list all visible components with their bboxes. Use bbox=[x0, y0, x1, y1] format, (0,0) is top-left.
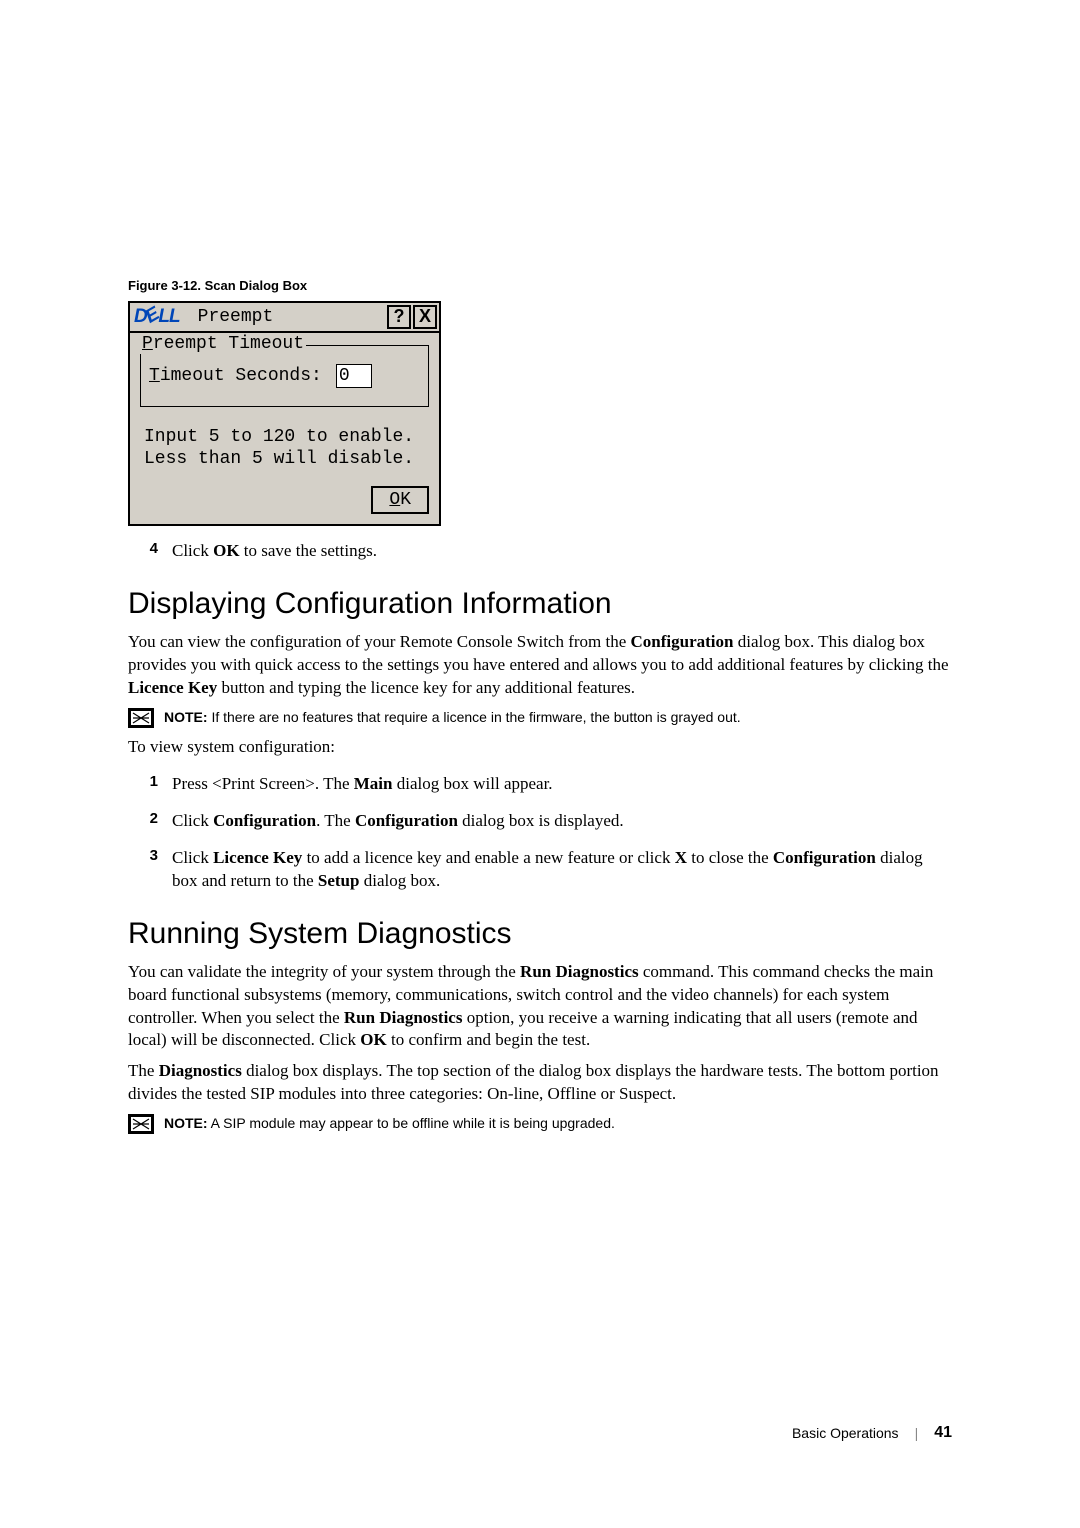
ok-button[interactable]: OK bbox=[371, 486, 429, 514]
step-number: 1 bbox=[144, 773, 158, 796]
body-paragraph: You can validate the integrity of your s… bbox=[128, 961, 952, 1053]
step-number: 2 bbox=[144, 810, 158, 833]
figure-caption: Figure 3-12. Scan Dialog Box bbox=[128, 278, 952, 293]
step-text: Click Licence Key to add a licence key a… bbox=[172, 847, 952, 893]
body-paragraph: The Diagnostics dialog box displays. The… bbox=[128, 1060, 952, 1106]
close-button[interactable]: X bbox=[413, 305, 437, 329]
help-button[interactable]: ? bbox=[387, 305, 411, 329]
step-number: 3 bbox=[144, 847, 158, 893]
preempt-timeout-group: Preempt Timeout Timeout Seconds: bbox=[140, 345, 429, 407]
preempt-dialog: DELL Preempt ? X Preempt Timeout Timeout… bbox=[128, 301, 441, 526]
dell-logo: DELL bbox=[134, 306, 180, 328]
footer-divider: | bbox=[915, 1425, 919, 1441]
page-footer: Basic Operations | 41 bbox=[792, 1424, 952, 1442]
timeout-seconds-label: Timeout Seconds: bbox=[149, 366, 322, 386]
dialog-titlebar: DELL Preempt ? X bbox=[130, 303, 439, 333]
note: NOTE: A SIP module may appear to be offl… bbox=[128, 1114, 952, 1134]
timeout-seconds-input[interactable] bbox=[336, 364, 372, 388]
heading-displaying-config: Displaying Configuration Information bbox=[128, 587, 952, 621]
heading-running-diagnostics: Running System Diagnostics bbox=[128, 917, 952, 951]
note-body: If there are no features that require a … bbox=[208, 709, 741, 725]
step-number: 4 bbox=[144, 540, 158, 563]
note-label: NOTE: bbox=[164, 709, 208, 725]
group-label: Preempt Timeout bbox=[140, 334, 306, 354]
body-paragraph: To view system configuration: bbox=[128, 736, 952, 759]
note: NOTE: If there are no features that requ… bbox=[128, 708, 952, 728]
footer-section: Basic Operations bbox=[792, 1425, 899, 1441]
note-label: NOTE: bbox=[164, 1115, 208, 1131]
note-body: A SIP module may appear to be offline wh… bbox=[208, 1115, 615, 1131]
step-text: Click OK to save the settings. bbox=[172, 540, 377, 563]
step-text: Press <Print Screen>. The Main dialog bo… bbox=[172, 773, 553, 796]
page-number: 41 bbox=[934, 1424, 952, 1442]
note-icon bbox=[128, 1114, 154, 1134]
dialog-title: Preempt bbox=[180, 307, 387, 327]
note-icon bbox=[128, 708, 154, 728]
dialog-hint: Input 5 to 120 to enable. Less than 5 wi… bbox=[130, 415, 439, 478]
body-paragraph: You can view the configuration of your R… bbox=[128, 631, 952, 700]
step-text: Click Configuration. The Configuration d… bbox=[172, 810, 624, 833]
